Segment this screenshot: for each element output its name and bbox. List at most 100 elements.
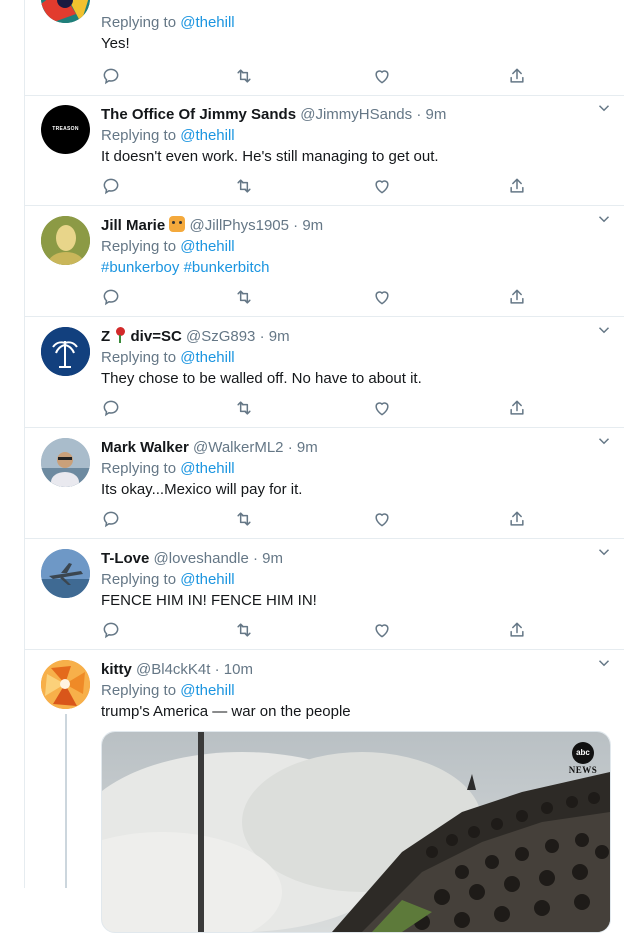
display-name[interactable]: The Office Of Jimmy Sands — [101, 106, 296, 123]
display-name[interactable]: T-Love — [101, 550, 149, 567]
tweet-menu-button[interactable] — [595, 432, 613, 450]
reply-button[interactable] — [101, 287, 121, 307]
like-icon — [375, 291, 389, 305]
tweet-actions — [101, 509, 541, 529]
reply-button[interactable] — [101, 509, 121, 529]
mention-link[interactable]: @thehill — [180, 460, 234, 477]
reply-icon — [103, 68, 119, 85]
reply-icon — [103, 178, 119, 195]
timestamp[interactable]: 10m — [224, 661, 253, 678]
user-handle[interactable]: @Bl4ckK4t — [136, 661, 210, 678]
retweet-button[interactable] — [234, 509, 254, 529]
tweet-menu-button[interactable] — [595, 321, 613, 339]
user-handle[interactable]: @JillPhys1905 — [190, 217, 289, 234]
avatar[interactable] — [41, 660, 90, 709]
retweet-button[interactable] — [234, 66, 254, 86]
retweet-button[interactable] — [234, 398, 254, 418]
tweet[interactable]: kitty @Bl4ckK4t · 10m Replying to @thehi… — [25, 650, 624, 933]
avatar[interactable] — [41, 327, 90, 376]
tweet[interactable]: Jill Marie @JillPhys1905 · 9m Replying t… — [25, 206, 624, 317]
replying-to-label: Replying to — [101, 460, 177, 477]
chevron-down-icon — [598, 327, 610, 334]
reply-button[interactable] — [101, 66, 121, 86]
chevron-down-icon — [598, 660, 610, 667]
display-name[interactable]: Jill Marie — [101, 217, 165, 234]
mention-link[interactable]: @thehill — [180, 682, 234, 699]
like-button[interactable] — [372, 398, 392, 418]
share-icon — [510, 400, 524, 415]
share-button[interactable] — [507, 509, 527, 529]
replying-to: Replying to @thehill — [101, 236, 613, 257]
thread-line — [65, 714, 67, 888]
tweet[interactable]: Z div=SC @SzG893 · 9m Replying to @thehi… — [25, 317, 624, 428]
share-button[interactable] — [507, 287, 527, 307]
share-button[interactable] — [507, 176, 527, 196]
reply-icon — [103, 289, 119, 306]
replying-to: Replying to @thehill — [101, 12, 613, 33]
mention-link[interactable]: @thehill — [180, 238, 234, 255]
share-button[interactable] — [507, 66, 527, 86]
display-name-prefix[interactable]: Z — [101, 328, 110, 345]
display-name[interactable]: Mark Walker — [101, 439, 189, 456]
avatar[interactable]: TREASON — [41, 105, 90, 154]
avatar[interactable] — [41, 0, 90, 23]
replying-to-label: Replying to — [101, 682, 177, 699]
display-name[interactable]: kitty — [101, 661, 132, 678]
replying-to: Replying to @thehill — [101, 569, 613, 590]
timestamp[interactable]: 9m — [269, 328, 290, 345]
replying-to-label: Replying to — [101, 238, 177, 255]
tweet-menu-button[interactable] — [595, 210, 613, 228]
reply-button[interactable] — [101, 176, 121, 196]
mention-link[interactable]: @thehill — [180, 14, 234, 31]
like-icon — [375, 70, 389, 84]
reply-button[interactable] — [101, 620, 121, 640]
retweet-button[interactable] — [234, 620, 254, 640]
reply-icon — [103, 511, 119, 528]
retweet-button[interactable] — [234, 176, 254, 196]
hashtag-link[interactable]: #bunkerboy — [101, 259, 179, 276]
share-icon — [510, 511, 524, 526]
separator: · — [416, 106, 422, 123]
replying-to-label: Replying to — [101, 349, 177, 366]
avatar[interactable] — [41, 549, 90, 598]
chevron-down-icon — [598, 216, 610, 223]
like-button[interactable] — [372, 176, 392, 196]
like-button[interactable] — [372, 287, 392, 307]
hashtag-link[interactable]: #bunkerbitch — [184, 259, 270, 276]
tweet-menu-button[interactable] — [595, 99, 613, 117]
like-icon — [375, 402, 389, 416]
reply-button[interactable] — [101, 398, 121, 418]
share-button[interactable] — [507, 620, 527, 640]
protest-video-thumbnail — [102, 732, 610, 932]
timestamp[interactable]: 9m — [426, 106, 447, 123]
tweet[interactable]: Replying to @thehill Yes! — [25, 0, 624, 96]
chevron-down-icon — [598, 549, 610, 556]
replying-to-label: Replying to — [101, 14, 177, 31]
tweet[interactable]: Mark Walker @WalkerML2 · 9m Replying to … — [25, 428, 624, 539]
like-button[interactable] — [372, 509, 392, 529]
user-handle[interactable]: @WalkerML2 — [193, 439, 284, 456]
timestamp[interactable]: 9m — [297, 439, 318, 456]
user-handle[interactable]: @loveshandle — [154, 550, 249, 567]
like-button[interactable] — [372, 620, 392, 640]
mention-link[interactable]: @thehill — [180, 127, 234, 144]
tweet[interactable]: T-Love @loveshandle · 9m Replying to @th… — [25, 539, 624, 650]
share-button[interactable] — [507, 398, 527, 418]
tweet-text: Yes! — [101, 35, 130, 52]
tweet-actions — [101, 66, 541, 86]
timestamp[interactable]: 9m — [262, 550, 283, 567]
like-button[interactable] — [372, 66, 392, 86]
user-handle[interactable]: @JimmyHSands — [300, 106, 412, 123]
user-handle[interactable]: @SzG893 — [186, 328, 255, 345]
timestamp[interactable]: 9m — [302, 217, 323, 234]
avatar[interactable] — [41, 216, 90, 265]
display-name-suffix[interactable]: div=SC — [131, 328, 182, 345]
tweet-media-video[interactable]: abc NEWS — [101, 731, 611, 933]
mention-link[interactable]: @thehill — [180, 349, 234, 366]
tweet-menu-button[interactable] — [595, 543, 613, 561]
mention-link[interactable]: @thehill — [180, 571, 234, 588]
avatar[interactable] — [41, 438, 90, 487]
retweet-button[interactable] — [234, 287, 254, 307]
tweet[interactable]: TREASON The Office Of Jimmy Sands @Jimmy… — [25, 95, 624, 206]
tweet-menu-button[interactable] — [595, 654, 613, 672]
